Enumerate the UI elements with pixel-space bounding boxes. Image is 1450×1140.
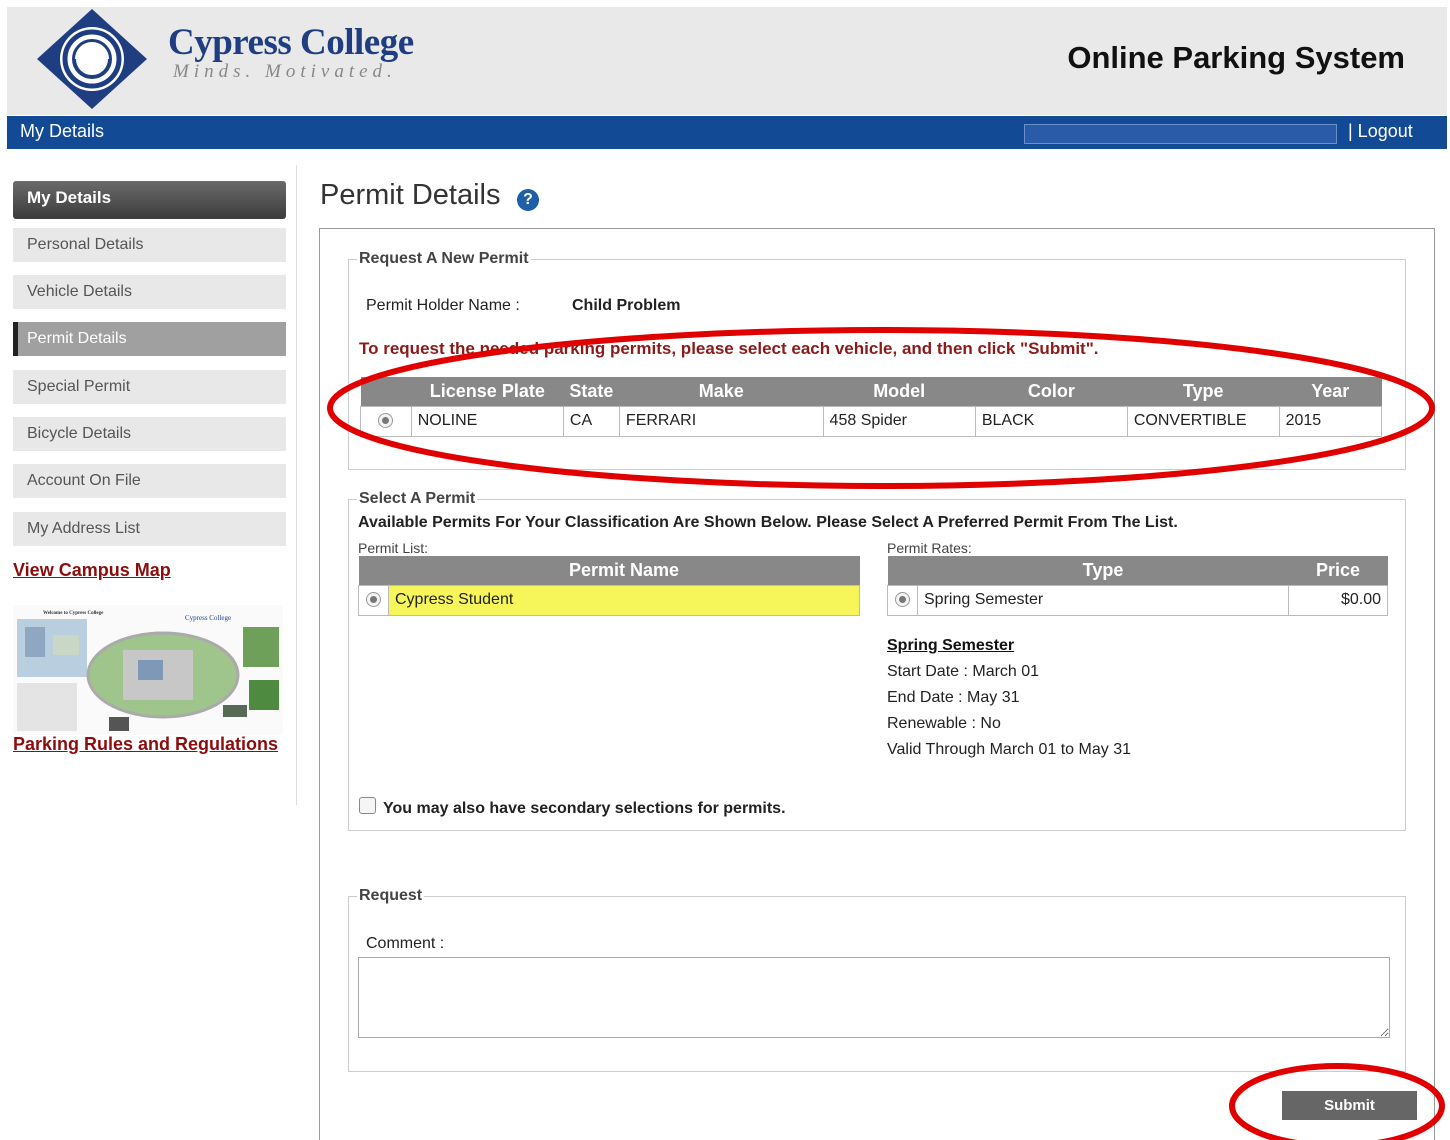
sidebar-heading: My Details (13, 181, 286, 219)
table-row[interactable]: Cypress Student (358, 584, 860, 616)
rate-price-cell: $0.00 (1288, 584, 1388, 616)
nav-my-details[interactable]: My Details (20, 121, 104, 142)
sidebar-item-permit-details[interactable]: Permit Details (13, 322, 286, 356)
rate-type-cell: Spring Semester (917, 584, 1289, 616)
logo-tagline: Minds. Motivated. (173, 61, 397, 82)
sidebar-item-special-permit[interactable]: Special Permit (13, 370, 286, 404)
submit-button[interactable]: Submit (1282, 1091, 1417, 1120)
cypress-college-logo[interactable]: Cypress College Minds. Motivated. (37, 7, 437, 115)
system-title: Online Parking System (1067, 40, 1405, 75)
semester-title: Spring Semester (887, 637, 1015, 654)
column-header: State (563, 377, 620, 406)
select-column-header (360, 377, 412, 406)
help-icon[interactable]: ? (517, 189, 539, 211)
request-legend: Request (357, 887, 425, 905)
make-cell: FERRARI (618, 405, 824, 437)
sidebar-item-my-address-list[interactable]: My Address List (13, 512, 286, 546)
request-new-permit-legend: Request A New Permit (357, 250, 531, 268)
rate-radio-cell[interactable] (887, 584, 918, 616)
select-permit-fieldset: Select A Permit (348, 490, 1406, 831)
start-date: Start Date : March 01 (887, 663, 1040, 680)
rate-radio[interactable] (895, 592, 910, 608)
permit-rates-label: Permit Rates: (887, 540, 972, 556)
logout-link[interactable]: | Logout (1348, 121, 1413, 142)
secondary-selection-label: You may also have secondary selections f… (383, 800, 786, 817)
plate-cell: NOLINE (410, 405, 564, 437)
model-cell: 458 Spider (822, 405, 976, 437)
column-header: Make (619, 377, 824, 406)
permit-list-label: Permit List: (358, 540, 429, 556)
user-name-box (1024, 124, 1337, 144)
column-header: Model (823, 377, 976, 406)
select-permit-legend: Select A Permit (357, 490, 478, 508)
sidebar-item-vehicle-details[interactable]: Vehicle Details (13, 275, 286, 309)
rate-type-header: Type (917, 556, 1289, 585)
end-date: End Date : May 31 (887, 689, 1020, 706)
renewable: Renewable : No (887, 715, 1001, 732)
state-cell: CA (562, 405, 620, 437)
vehicle-table-header: License Plate State Make Model Color Typ… (360, 377, 1382, 406)
vehicle-radio-cell[interactable] (360, 405, 412, 437)
permit-rates-header: Type Price (887, 556, 1388, 585)
permit-radio-cell[interactable] (358, 584, 389, 616)
type-cell: CONVERTIBLE (1126, 405, 1280, 437)
map-title: Welcome to Cypress College (43, 611, 104, 616)
column-header: License Plate (411, 377, 564, 406)
color-cell: BLACK (974, 405, 1128, 437)
permit-rates-table: Type Price Spring Semester $0.00 (887, 556, 1388, 616)
permit-list-header: Permit Name (358, 556, 860, 585)
view-campus-map-link[interactable]: View Campus Map (13, 560, 171, 581)
logo-name: Cypress College (168, 22, 414, 63)
campus-map-image[interactable]: Welcome to Cypress College Cypress Colle… (13, 605, 283, 735)
permit-name-header: Permit Name (388, 556, 860, 585)
vehicle-radio[interactable] (378, 413, 394, 429)
column-header: Year (1279, 377, 1382, 406)
vehicle-instruction: To request the needed parking permits, p… (359, 339, 1099, 358)
logo-emblem-icon (37, 9, 147, 109)
permit-holder-label: Permit Holder Name : (366, 297, 520, 314)
sidebar-divider (296, 165, 297, 805)
sidebar-item-bicycle-details[interactable]: Bicycle Details (13, 417, 286, 451)
permit-name-cell: Cypress Student (388, 584, 860, 616)
year-cell: 2015 (1278, 405, 1383, 437)
top-navbar: My Details | Logout (7, 116, 1447, 149)
valid-through: Valid Through March 01 to May 31 (887, 741, 1131, 758)
comment-field[interactable] (358, 957, 1390, 1038)
column-header: Type (1127, 377, 1280, 406)
permit-heading: Available Permits For Your Classificatio… (358, 514, 1178, 531)
select-column-header (887, 556, 918, 585)
permit-radio[interactable] (366, 592, 381, 608)
rate-price-header: Price (1288, 556, 1388, 585)
site-header: Cypress College Minds. Motivated. Online… (7, 7, 1447, 115)
vehicle-table: License Plate State Make Model Color Typ… (360, 377, 1383, 437)
permit-list-table: Permit Name Cypress Student (358, 556, 860, 616)
sidebar-item-personal-details[interactable]: Personal Details (13, 228, 286, 262)
select-column-header (358, 556, 389, 585)
secondary-selection-checkbox[interactable] (359, 797, 376, 814)
permit-holder-value: Child Problem (572, 297, 681, 314)
table-row[interactable]: Spring Semester $0.00 (887, 584, 1388, 616)
table-row[interactable]: NOLINE CA FERRARI 458 Spider BLACK CONVE… (360, 405, 1383, 437)
map-logo: Cypress College (185, 614, 231, 622)
parking-rules-link[interactable]: Parking Rules and Regulations (13, 734, 278, 755)
page-title: Permit Details (320, 179, 501, 211)
comment-label: Comment : (366, 935, 445, 952)
request-new-permit-fieldset: Request A New Permit (348, 250, 1406, 470)
column-header: Color (975, 377, 1128, 406)
sidebar-item-account-on-file[interactable]: Account On File (13, 464, 286, 498)
